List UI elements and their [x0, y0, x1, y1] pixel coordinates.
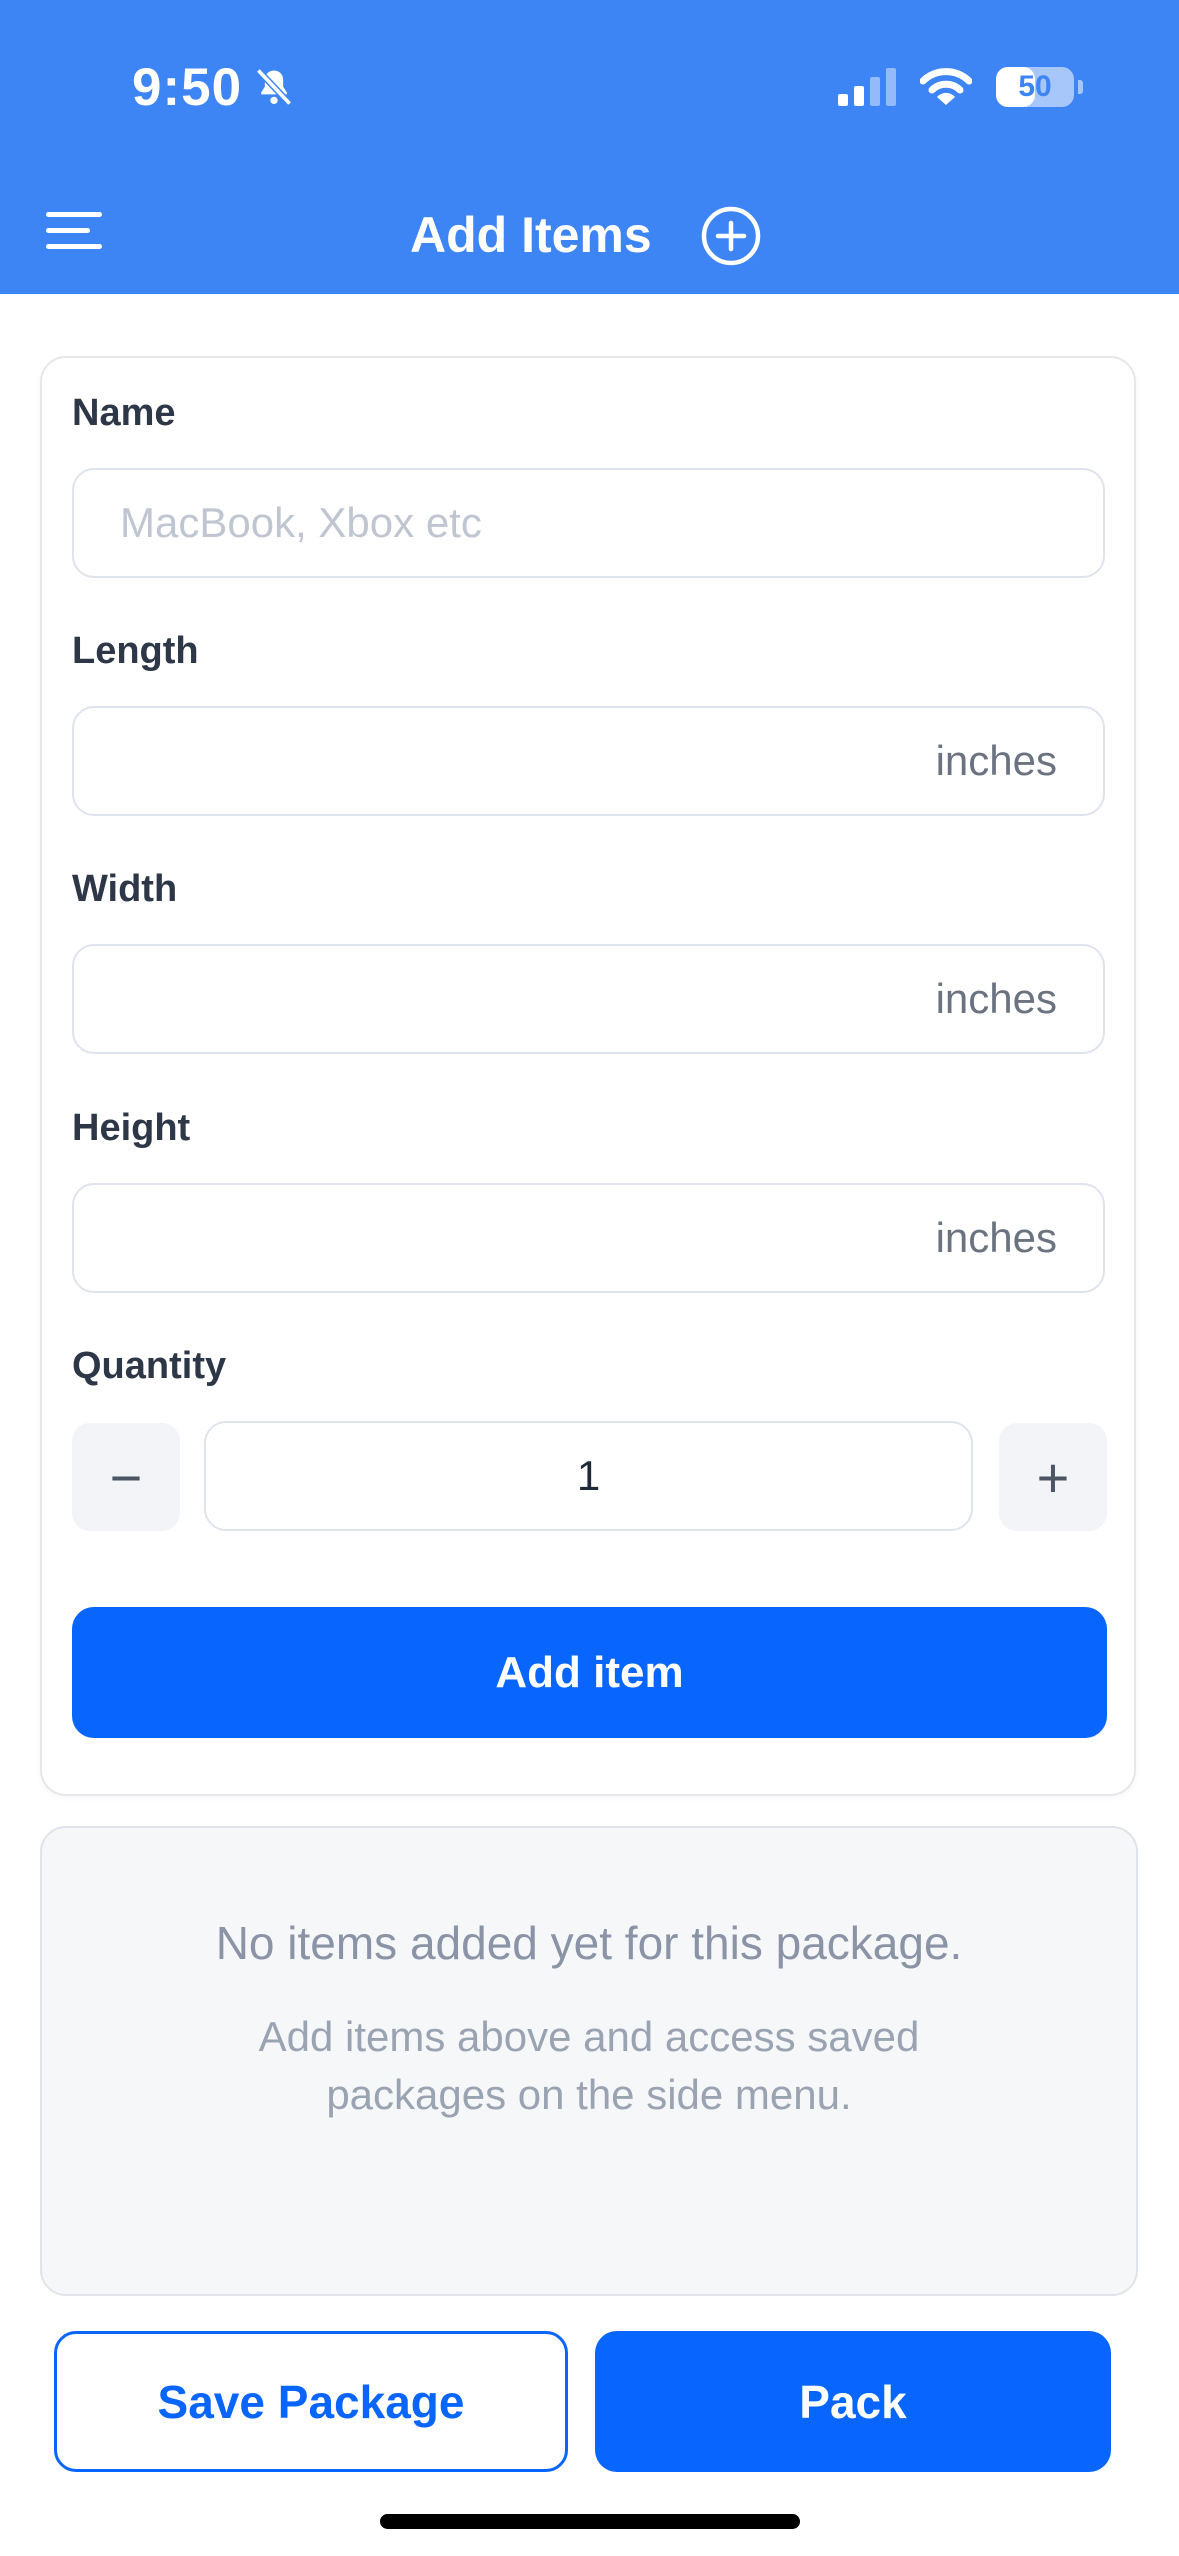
home-indicator[interactable]	[380, 2514, 800, 2529]
empty-state-title: No items added yet for this package.	[215, 1917, 963, 1969]
status-bar-indicators: 50	[838, 62, 1083, 112]
name-input[interactable]: MacBook, Xbox etc	[72, 468, 1105, 578]
wifi-icon	[920, 68, 972, 105]
cellular-signal-icon	[838, 68, 896, 106]
battery-level: 50	[1018, 70, 1052, 103]
length-label: Length	[72, 630, 199, 672]
bell-slash-icon	[256, 68, 293, 106]
items-empty-state: No items added yet for this package. Add…	[40, 1826, 1138, 2296]
clock-text: 9:50	[132, 57, 243, 117]
quantity-input[interactable]: 1	[204, 1421, 973, 1531]
quantity-decrement-button[interactable]: −	[72, 1423, 180, 1531]
name-label: Name	[72, 392, 176, 434]
width-unit: inches	[935, 975, 1057, 1022]
app-header: 9:50 50 Add Items	[0, 0, 1179, 294]
height-label: Height	[72, 1107, 191, 1149]
page-title: Add Items	[410, 207, 652, 263]
quantity-increment-button[interactable]: +	[999, 1423, 1107, 1531]
battery-tip	[1078, 80, 1083, 94]
save-package-button[interactable]: Save Package	[54, 2331, 568, 2472]
height-input[interactable]: inches	[72, 1183, 1105, 1293]
plus-circle-icon[interactable]	[700, 205, 762, 267]
quantity-label: Quantity	[72, 1345, 227, 1387]
width-input[interactable]: inches	[72, 944, 1105, 1054]
add-item-button[interactable]: Add item	[72, 1607, 1107, 1738]
status-bar-time: 9:50	[132, 56, 296, 118]
length-unit: inches	[935, 737, 1057, 784]
length-input[interactable]: inches	[72, 706, 1105, 816]
hamburger-menu-icon[interactable]	[46, 212, 104, 250]
width-label: Width	[72, 868, 178, 910]
empty-state-subtitle: Add items above and access saved package…	[258, 2013, 920, 2118]
height-unit: inches	[935, 1214, 1057, 1261]
name-input-placeholder: MacBook, Xbox etc	[120, 499, 482, 546]
pack-button[interactable]: Pack	[595, 2331, 1111, 2472]
battery-icon: 50	[996, 67, 1074, 107]
